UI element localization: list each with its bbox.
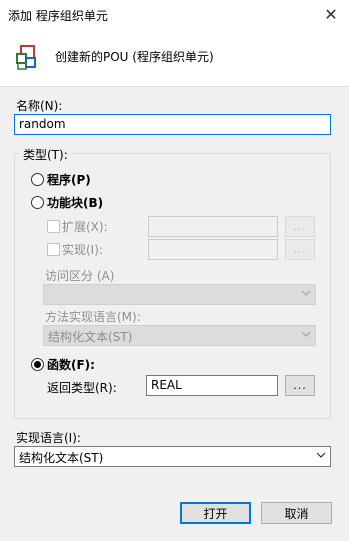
impl-lang-label: 实现语言(I): [16,431,81,445]
function-radio[interactable] [31,358,44,371]
return-type-input[interactable]: REAL [146,375,278,396]
method-lang-label: 方法实现语言(M): [45,310,141,324]
window-title: 添加 程序组织单元 [8,9,108,23]
implements-browse-button[interactable]: ... [285,239,315,260]
chevron-down-icon [316,452,326,458]
open-button[interactable]: 打开 [180,502,251,524]
extends-label: 扩展(X): [62,220,108,234]
chevron-down-icon [301,331,311,337]
access-select[interactable] [43,284,316,305]
access-label: 访问区分 (A) [45,269,115,283]
pou-icon [16,45,36,70]
program-radio[interactable] [31,173,44,186]
extends-browse-button[interactable]: ... [285,216,315,237]
extends-checkbox[interactable] [47,220,60,233]
function-label[interactable]: 函数(F): [47,356,95,373]
return-type-label: 返回类型(R): [47,381,117,395]
method-lang-value: 结构化文本(ST) [48,330,133,344]
header-divider [0,86,349,87]
impl-lang-value: 结构化文本(ST) [19,451,104,465]
header-text: 创建新的POU (程序组织单元) [55,50,214,64]
chevron-down-icon [301,290,311,296]
implements-label: 实现(I): [62,243,103,257]
method-lang-select[interactable]: 结构化文本(ST) [43,325,316,346]
name-label: 名称(N): [16,99,63,113]
implements-checkbox[interactable] [47,243,60,256]
cancel-button[interactable]: 取消 [261,502,332,524]
return-type-browse-button[interactable]: ... [285,375,315,396]
implements-input[interactable] [148,239,278,260]
impl-lang-select[interactable]: 结构化文本(ST) [14,446,331,467]
type-group-label: 类型(T): [20,146,71,163]
program-label[interactable]: 程序(P) [47,171,91,188]
function-block-label[interactable]: 功能块(B) [47,194,103,211]
name-input[interactable]: random [14,114,331,135]
extends-input[interactable] [148,216,278,237]
function-block-radio[interactable] [31,196,44,209]
close-icon[interactable]: ✕ [320,2,342,26]
